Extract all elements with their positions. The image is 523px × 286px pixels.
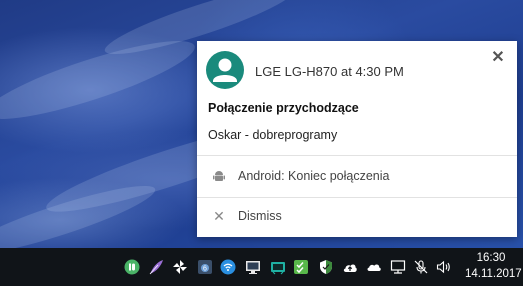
taskbar: 6 16:30 14.11.2017 <box>0 248 523 286</box>
close-icon[interactable]: ✕ <box>490 50 506 66</box>
network-icon[interactable] <box>390 259 406 275</box>
clock-time: 16:30 <box>476 252 506 264</box>
svg-text:6: 6 <box>203 266 207 273</box>
notification-title: Połączenie przychodzące <box>208 101 359 115</box>
monitor-icon[interactable] <box>245 259 261 275</box>
notification-source: LGE LG-H870 at 4:30 PM <box>255 64 404 79</box>
checklist-icon[interactable] <box>293 259 309 275</box>
notification-card[interactable]: ✕ LGE LG-H870 at 4:30 PM Połączenie przy… <box>197 41 517 237</box>
notification-body: Oskar - dobreprogramy <box>208 128 338 142</box>
pinwheel-icon[interactable] <box>172 259 188 275</box>
clock-date: 14.11.2017 <box>465 268 522 280</box>
dismiss-button[interactable]: ✕ Dismiss <box>197 198 517 235</box>
onedrive-icon[interactable] <box>366 259 382 275</box>
end-call-action-button[interactable]: Android: Koniec połączenia <box>197 158 517 195</box>
dismiss-label: Dismiss <box>238 209 282 223</box>
pushbullet-icon[interactable] <box>124 259 140 275</box>
feather-icon[interactable] <box>148 259 164 275</box>
taskbar-clock[interactable]: 16:30 14.11.2017 <box>465 250 522 282</box>
wifi-blue-icon[interactable] <box>220 259 236 275</box>
end-call-action-label: Android: Koniec połączenia <box>238 169 390 183</box>
desktop-wallpaper: ✕ LGE LG-H870 at 4:30 PM Połączenie przy… <box>0 0 523 286</box>
shield-icon[interactable] <box>318 259 334 275</box>
person-avatar-icon <box>206 51 244 89</box>
close-icon: ✕ <box>213 208 225 224</box>
divider <box>197 155 517 156</box>
volume-icon[interactable] <box>436 259 452 275</box>
android-icon <box>212 169 226 183</box>
cloud-upload-icon[interactable] <box>342 259 358 275</box>
microphone-muted-icon[interactable] <box>413 259 429 275</box>
app-badge-icon[interactable]: 6 <box>197 259 213 275</box>
tv-icon[interactable] <box>270 259 286 275</box>
